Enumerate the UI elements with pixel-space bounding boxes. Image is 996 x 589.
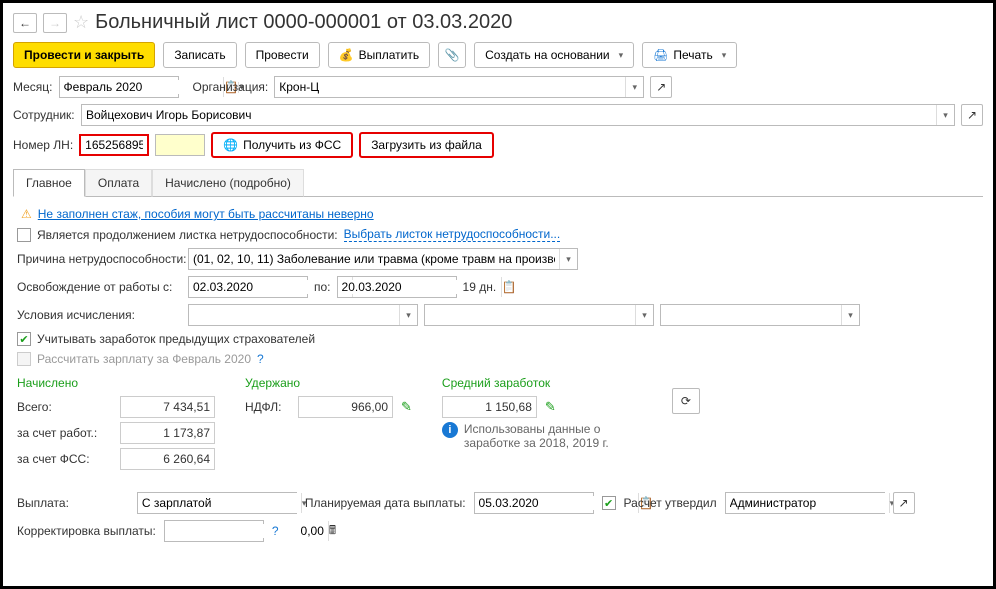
employee-open-button[interactable]: ↗ [961,104,983,126]
leave-to-label: по: [314,280,331,294]
ndfl-value: 966,00 [298,396,393,418]
recalc-checkbox [17,352,31,366]
correction-label: Корректировка выплаты: [17,524,156,538]
forward-button[interactable]: → [43,13,67,33]
tab-payment[interactable]: Оплата [85,169,152,197]
condition2-select[interactable]: ▾ [424,304,654,326]
accrued-header: Начислено [17,376,215,390]
withheld-header: Удержано [245,376,412,390]
edit-ndfl-icon[interactable]: ✎ [401,399,412,415]
condition1-select[interactable]: ▾ [188,304,418,326]
total-value: 7 434,51 [120,396,215,418]
approved-label: Расчет утвердил [624,496,717,510]
continuation-label: Является продолжением листка нетрудоспос… [37,228,338,242]
calendar-icon[interactable]: 📋 [501,277,517,297]
employee-select[interactable]: ▾ [81,104,955,126]
favorite-star-icon[interactable]: ☆ [73,12,89,33]
approved-by-select[interactable]: ▾ [725,492,885,514]
printer-icon: 🖨 [653,48,668,62]
leave-days: 19 дн. [463,280,497,294]
month-label: Месяц: [13,80,53,94]
employer-value: 1 173,87 [120,422,215,444]
reason-label: Причина нетрудоспособности: [17,252,182,266]
refresh-button[interactable]: ⟳ [672,388,700,414]
leave-from-input[interactable]: 📋 [188,276,308,298]
page-title: Больничный лист 0000-000001 от 03.03.202… [95,11,512,34]
avg-value: 1 150,68 [442,396,537,418]
reason-select[interactable]: ▾ [188,248,578,270]
avg-header: Средний заработок [442,376,642,390]
conditions-label: Условия исчисления: [17,308,182,322]
continuation-checkbox[interactable] [17,228,31,242]
fss-value: 6 260,64 [120,448,215,470]
payout-select[interactable]: ▾ [137,492,297,514]
help-icon[interactable]: ? [272,524,279,538]
calculator-icon[interactable]: 🖩 [328,521,336,541]
money-icon: 💰 [339,48,354,62]
tab-accrued[interactable]: Начислено (подробно) [152,169,304,197]
edit-avg-icon[interactable]: ✎ [545,399,556,415]
help-icon[interactable]: ? [257,352,264,366]
condition3-select[interactable]: ▾ [660,304,860,326]
save-button[interactable]: Записать [163,42,236,68]
create-based-button[interactable]: Создать на основании [474,42,634,68]
prev-insurers-checkbox[interactable]: ✔ [17,332,31,346]
ln-extra-input[interactable] [155,134,205,156]
print-button[interactable]: 🖨 Печать [642,42,737,68]
planned-date-label: Планируемая дата выплаты: [305,496,466,510]
ln-number-input[interactable] [79,134,149,156]
leave-to-input[interactable]: 📋 [337,276,457,298]
approved-checkbox[interactable]: ✔ [602,496,616,510]
submit-close-button[interactable]: Провести и закрыть [13,42,155,68]
org-select[interactable]: ▾ [274,76,644,98]
ln-label: Номер ЛН: [13,138,73,152]
org-label: Организация: [193,80,269,94]
info-icon: i [442,422,458,438]
select-sheet-link[interactable]: Выбрать листок нетрудоспособности... [344,227,561,242]
org-open-button[interactable]: ↗ [650,76,672,98]
payout-label: Выплата: [17,496,69,510]
pay-button[interactable]: 💰 Выплатить [328,42,430,68]
correction-input[interactable]: 🖩 [164,520,264,542]
get-from-fss-button[interactable]: 🌐 Получить из ФСС [211,132,353,158]
month-input[interactable]: 📋 ▾ [59,76,179,98]
leave-from-label: Освобождение от работы с: [17,280,182,294]
employee-label: Сотрудник: [13,108,75,122]
back-button[interactable]: ← [13,13,37,33]
prev-insurers-label: Учитывать заработок предыдущих страховат… [37,332,315,346]
globe-icon: 🌐 [223,138,238,152]
load-from-file-button[interactable]: Загрузить из файла [359,132,494,158]
planned-date-input[interactable]: 📋 [474,492,594,514]
attach-button[interactable]: 📎 [438,42,466,68]
info-note: Использованы данные о заработке за 2018,… [464,422,642,450]
recalc-label: Рассчитать зарплату за Февраль 2020 [37,352,251,366]
tab-main[interactable]: Главное [13,169,85,197]
submit-button[interactable]: Провести [245,42,320,68]
warning-icon: ⚠ [21,207,32,221]
warning-link[interactable]: Не заполнен стаж, пособия могут быть рас… [38,207,374,221]
approved-open-button[interactable]: ↗ [893,492,915,514]
paperclip-icon: 📎 [445,48,460,62]
